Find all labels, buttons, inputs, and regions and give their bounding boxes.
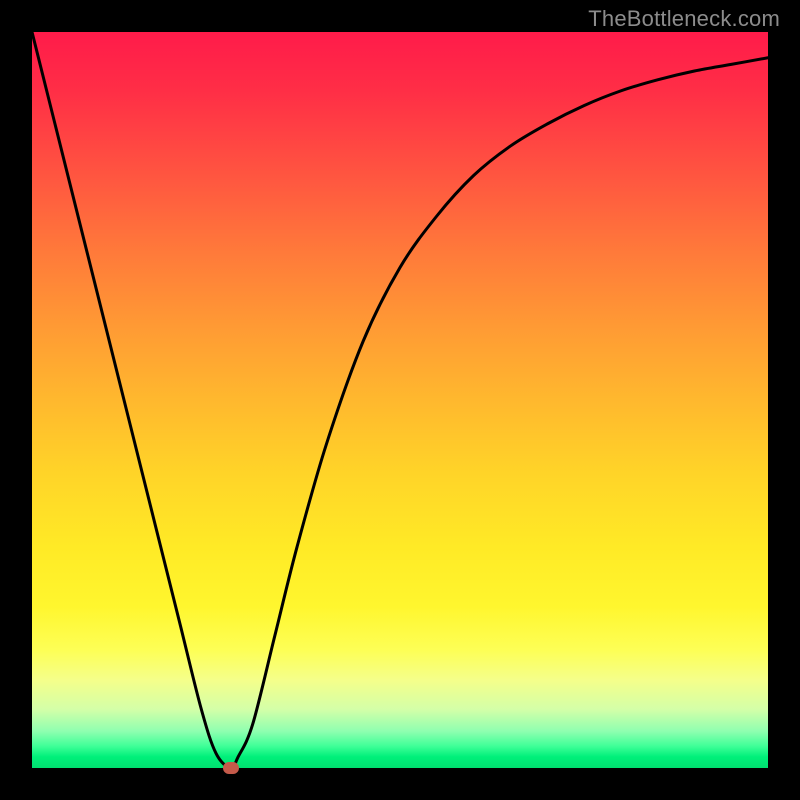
bottleneck-curve — [32, 32, 768, 768]
optimal-point-marker — [223, 762, 239, 774]
watermark-text: TheBottleneck.com — [588, 6, 780, 32]
plot-area — [32, 32, 768, 768]
chart-frame: TheBottleneck.com — [0, 0, 800, 800]
curve-svg — [32, 32, 768, 768]
